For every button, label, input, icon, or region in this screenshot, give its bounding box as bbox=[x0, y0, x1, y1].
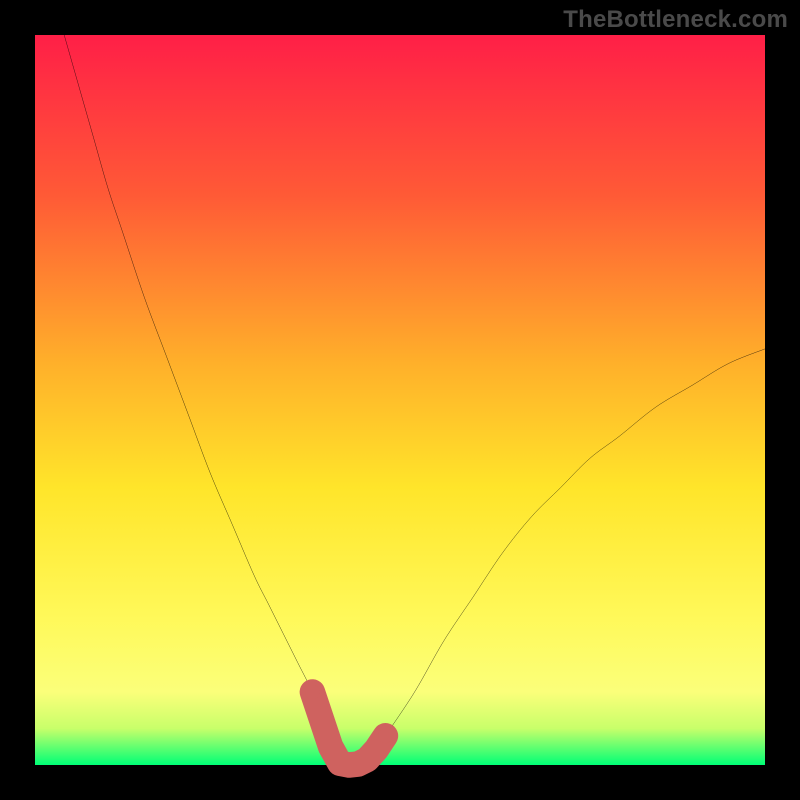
bottleneck-curve bbox=[64, 35, 765, 766]
watermark-text: TheBottleneck.com bbox=[563, 6, 788, 34]
plot-area bbox=[35, 35, 765, 765]
chart-frame: TheBottleneck.com bbox=[0, 0, 800, 800]
bottleneck-curve-svg bbox=[35, 35, 765, 765]
flat-region-dot-right bbox=[378, 729, 393, 744]
flat-region-dot-left bbox=[305, 685, 320, 700]
flat-region-marker bbox=[312, 692, 385, 765]
